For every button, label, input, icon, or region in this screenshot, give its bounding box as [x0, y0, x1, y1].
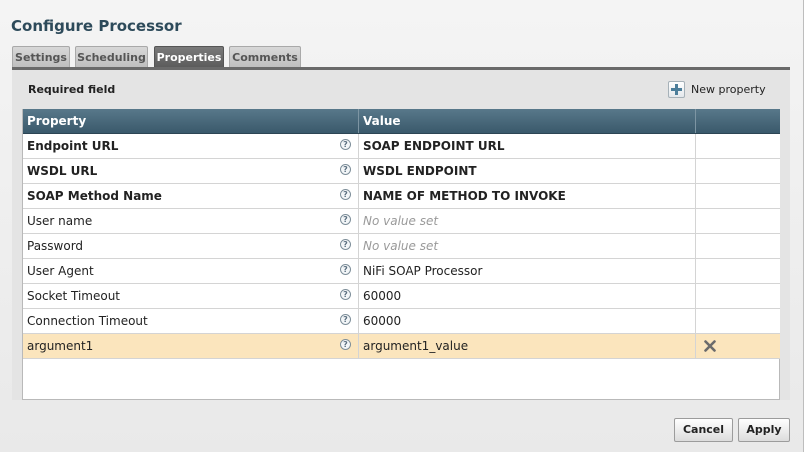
tab-properties[interactable]: Properties [154, 46, 224, 67]
table-row[interactable]: Connection Timeout ? 60000 [23, 309, 780, 334]
help-icon[interactable]: ? [340, 239, 351, 250]
tab-comments[interactable]: Comments [229, 46, 301, 67]
row-actions [696, 159, 780, 183]
property-name: User name [23, 209, 359, 233]
table-row[interactable]: SOAP Method Name ? NAME OF METHOD TO INV… [23, 184, 780, 209]
table-row[interactable]: WSDL URL ? WSDL ENDPOINT [23, 159, 780, 184]
table-row[interactable]: User name ? No value set [23, 209, 780, 234]
property-value[interactable]: SOAP ENDPOINT URL [359, 134, 696, 158]
property-value[interactable]: 60000 [359, 284, 696, 308]
property-value[interactable]: argument1_value [359, 334, 696, 358]
tab-settings[interactable]: Settings [12, 46, 70, 67]
row-actions [696, 259, 780, 283]
table-row[interactable]: Endpoint URL ? SOAP ENDPOINT URL [23, 134, 780, 159]
property-value[interactable]: NiFi SOAP Processor [359, 259, 696, 283]
help-icon[interactable]: ? [340, 189, 351, 200]
properties-table: Property Value Endpoint URL ? SOAP ENDPO… [22, 109, 780, 400]
property-value[interactable]: NAME OF METHOD TO INVOKE [359, 184, 696, 208]
property-name: User Agent [23, 259, 359, 283]
help-icon[interactable]: ? [340, 139, 351, 150]
help-icon[interactable]: ? [340, 264, 351, 275]
column-header-actions [696, 109, 780, 133]
table-row[interactable]: User Agent ? NiFi SOAP Processor [23, 259, 780, 284]
new-property-button[interactable]: New property [668, 80, 766, 98]
help-icon[interactable]: ? [340, 339, 351, 350]
property-name: Socket Timeout [23, 284, 359, 308]
dialog-title: Configure Processor [11, 17, 182, 35]
configure-processor-dialog: Configure Processor Settings Scheduling … [0, 0, 804, 452]
tab-scheduling[interactable]: Scheduling [75, 46, 148, 67]
plus-icon [668, 80, 685, 98]
property-name: argument1 [23, 334, 359, 358]
row-actions [696, 309, 780, 333]
table-row[interactable]: Password ? No value set [23, 234, 780, 259]
property-name: Endpoint URL [23, 134, 359, 158]
property-value[interactable]: No value set [359, 234, 696, 258]
row-actions [696, 209, 780, 233]
property-name: Connection Timeout [23, 309, 359, 333]
new-property-label: New property [691, 82, 766, 96]
apply-button[interactable]: Apply [738, 418, 790, 442]
cancel-button[interactable]: Cancel [674, 418, 733, 442]
table-row[interactable]: Socket Timeout ? 60000 [23, 284, 780, 309]
row-actions [696, 184, 780, 208]
property-value[interactable]: 60000 [359, 309, 696, 333]
property-value[interactable]: No value set [359, 209, 696, 233]
property-name: SOAP Method Name [23, 184, 359, 208]
row-actions [696, 134, 780, 158]
column-header-value[interactable]: Value [359, 109, 696, 133]
row-actions [696, 234, 780, 258]
table-header: Property Value [23, 109, 780, 134]
property-name: Password [23, 234, 359, 258]
help-icon[interactable]: ? [340, 314, 351, 325]
property-value[interactable]: WSDL ENDPOINT [359, 159, 696, 183]
help-icon[interactable]: ? [340, 164, 351, 175]
delete-property-icon[interactable] [704, 340, 716, 352]
column-header-property[interactable]: Property [23, 109, 359, 133]
required-field-label: Required field [28, 83, 116, 96]
help-icon[interactable]: ? [340, 214, 351, 225]
row-actions [696, 284, 780, 308]
table-row-selected[interactable]: argument1 ? argument1_value [23, 334, 780, 359]
help-icon[interactable]: ? [340, 289, 351, 300]
property-name: WSDL URL [23, 159, 359, 183]
